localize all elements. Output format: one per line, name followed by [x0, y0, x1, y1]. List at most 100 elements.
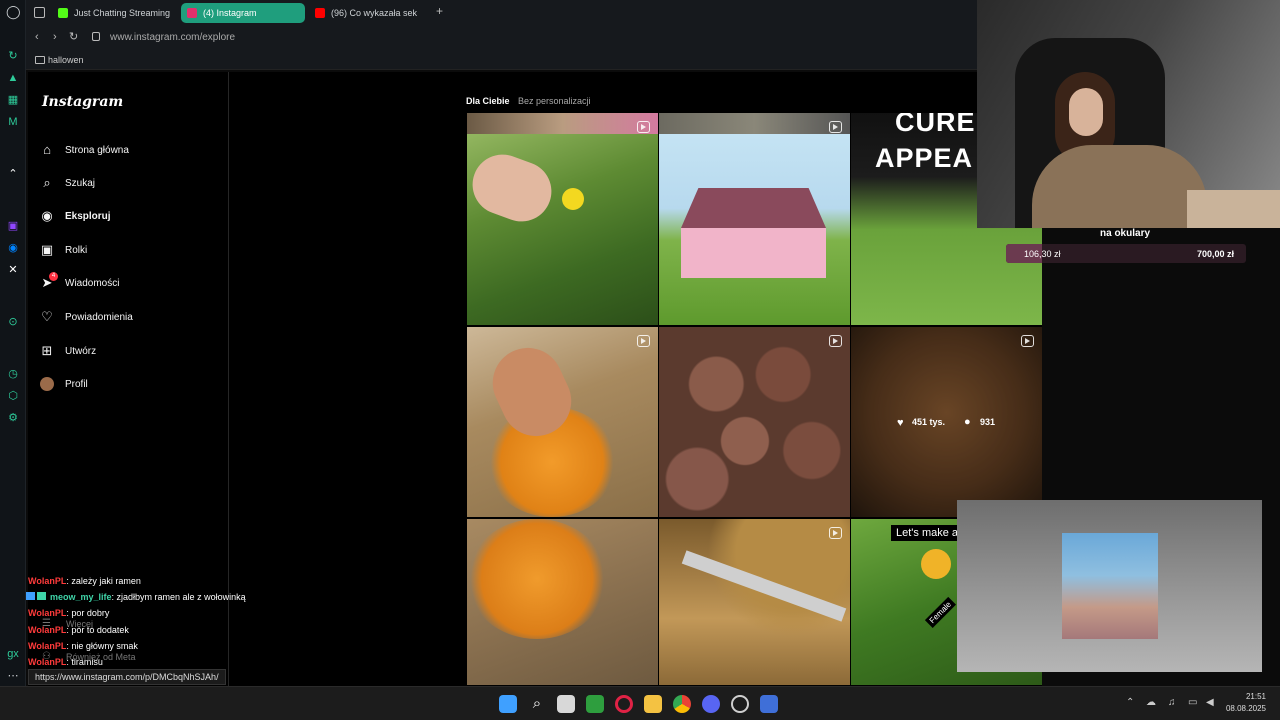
clock-date[interactable]: 08.08.2025 [1218, 704, 1266, 713]
nav-notifications[interactable]: ♡ Powiadomienia [40, 306, 220, 328]
goal-current: 106,30 zł [1024, 249, 1061, 259]
nav-messages[interactable]: ➤ 4 Wiadomości [40, 272, 220, 294]
cloud-icon[interactable]: ☁ [1146, 697, 1156, 708]
nav-label: Strona główna [65, 144, 129, 156]
explore-tile-hazelnuts[interactable] [659, 519, 850, 685]
x-icon[interactable]: ✕ [6, 263, 20, 277]
chat-text: : zjadłbym ramen ale z wołowinką [111, 592, 246, 602]
gx-icon[interactable]: gx [6, 647, 20, 661]
explore-tile-cucumber[interactable] [467, 113, 658, 325]
reel-icon [829, 335, 842, 347]
flower-shape [921, 549, 951, 579]
pin-icon[interactable]: ⌃ [6, 167, 20, 181]
hover-overlay [851, 327, 1042, 517]
tab-no-personalization[interactable]: Bez personalizacji [518, 96, 591, 106]
player-icon[interactable]: ⊙ [6, 315, 20, 329]
nav-profile[interactable]: Profil [40, 373, 220, 395]
nav-label: Rolki [65, 244, 88, 256]
chat-text: : nie główny smak [66, 641, 138, 651]
obs-icon[interactable] [731, 695, 749, 713]
instagram-logo[interactable]: Instagram [42, 94, 123, 110]
forward-icon[interactable]: › [53, 31, 57, 43]
chat-message: WolanPL: por to dodatek [28, 625, 129, 635]
kick-icon [58, 8, 68, 18]
reel-icon [637, 335, 650, 347]
tab-menu-icon[interactable] [34, 7, 45, 18]
nav-reels[interactable]: ▣ Rolki [40, 239, 220, 261]
tray-chevron-icon[interactable]: ⌃ [1126, 697, 1134, 708]
new-tab-button[interactable]: + [436, 4, 443, 18]
home-icon: ⌂ [43, 142, 51, 157]
tile-caption-female: Female [924, 597, 956, 628]
reel-icon [829, 527, 842, 539]
extensions-icon[interactable]: ⬡ [6, 389, 20, 403]
explore-tile-minecraft-house[interactable] [659, 113, 850, 325]
explore-tile-peach-palm[interactable] [467, 327, 658, 517]
explore-tile-brigadeiro[interactable] [659, 327, 850, 517]
app-icon[interactable] [760, 695, 778, 713]
refresh-icon[interactable]: ↻ [6, 49, 20, 63]
chat-username: WolanPL [28, 625, 67, 635]
address-bar: ‹ › ↻ www.instagram.com/explore [26, 26, 978, 50]
tile-strip [467, 113, 658, 134]
history-icon[interactable]: ◷ [6, 367, 20, 381]
task-view-icon[interactable] [557, 695, 575, 713]
chat-text: : por dobry [66, 608, 110, 618]
settings-icon[interactable]: ⚙ [6, 411, 20, 425]
file-explorer-icon[interactable] [644, 695, 662, 713]
heart-icon: ♡ [41, 309, 53, 324]
microphone-icon[interactable]: ♫ [1168, 697, 1176, 708]
reels-icon: ▣ [40, 242, 54, 257]
nav-explore[interactable]: ◉ Eksploruj [40, 205, 220, 227]
tab-for-you[interactable]: Dla Ciebie [466, 96, 510, 106]
folder-icon [35, 56, 45, 64]
chat-text: : tiramisu [66, 657, 103, 667]
nav-search[interactable]: ⌕ Szukaj [40, 172, 220, 194]
photo-panel [957, 500, 1262, 672]
network-icon[interactable]: ▭ [1188, 697, 1197, 708]
wallet-icon[interactable]: ▦ [6, 93, 20, 107]
chat-message: WolanPL: nie główny smak [28, 641, 138, 651]
url-field[interactable]: www.instagram.com/explore [110, 32, 235, 43]
tile-strip [659, 113, 850, 134]
opera-logo-icon[interactable]: ◯ [6, 5, 21, 19]
more-icon[interactable]: ⋯ [6, 669, 20, 683]
volume-icon[interactable]: ◀ [1206, 697, 1214, 708]
face-shape [1069, 88, 1103, 136]
opera-gx-icon[interactable] [615, 695, 633, 713]
goal-target: 700,00 zł [1196, 249, 1234, 259]
goal-bar: 106,30 zł 700,00 zł [1006, 244, 1246, 263]
reel-icon [829, 121, 842, 133]
badge-icon [26, 592, 35, 600]
chat-username: WolanPL [28, 608, 67, 618]
tab-kick[interactable]: Just Chatting Streaming [52, 3, 178, 23]
nav-label: Wiadomości [65, 277, 120, 289]
nav-home[interactable]: ⌂ Strona główna [40, 139, 220, 161]
messages-badge: 4 [49, 272, 58, 281]
messenger-icon[interactable]: ◉ [6, 241, 20, 255]
explore-tile-cake[interactable]: ♥ 451 tys. ● 931 [851, 327, 1042, 517]
back-icon[interactable]: ‹ [35, 31, 39, 43]
nav-label: Szukaj [65, 177, 96, 189]
nav-label: Powiadomienia [65, 311, 133, 323]
bookmark-hallowen[interactable]: hallowen [48, 55, 84, 65]
chat-username: meow_my_life [50, 592, 112, 602]
clock-time[interactable]: 21:51 [1226, 692, 1266, 701]
reload-icon[interactable]: ↻ [69, 30, 78, 43]
twitch-icon[interactable]: ▣ [6, 219, 20, 233]
comments-count: 931 [980, 417, 996, 427]
app-icon[interactable] [586, 695, 604, 713]
discord-icon[interactable] [702, 695, 720, 713]
nav-label: Profil [65, 378, 88, 390]
instagram-icon [187, 8, 197, 18]
ai-icon[interactable]: ▲ [6, 71, 20, 85]
nav-create[interactable]: ⊞ Utwórz [40, 340, 220, 362]
tab-youtube[interactable]: (96) Co wykazała sek [309, 3, 427, 23]
m-app-icon[interactable]: M [6, 115, 20, 129]
chrome-icon[interactable] [673, 695, 691, 713]
explore-tile-fruit-basket[interactable] [467, 519, 658, 685]
search-icon[interactable]: ⌕ [528, 695, 546, 713]
avatar [40, 377, 54, 391]
windows-start-icon[interactable] [499, 695, 517, 713]
tab-instagram[interactable]: (4) Instagram [181, 3, 305, 23]
